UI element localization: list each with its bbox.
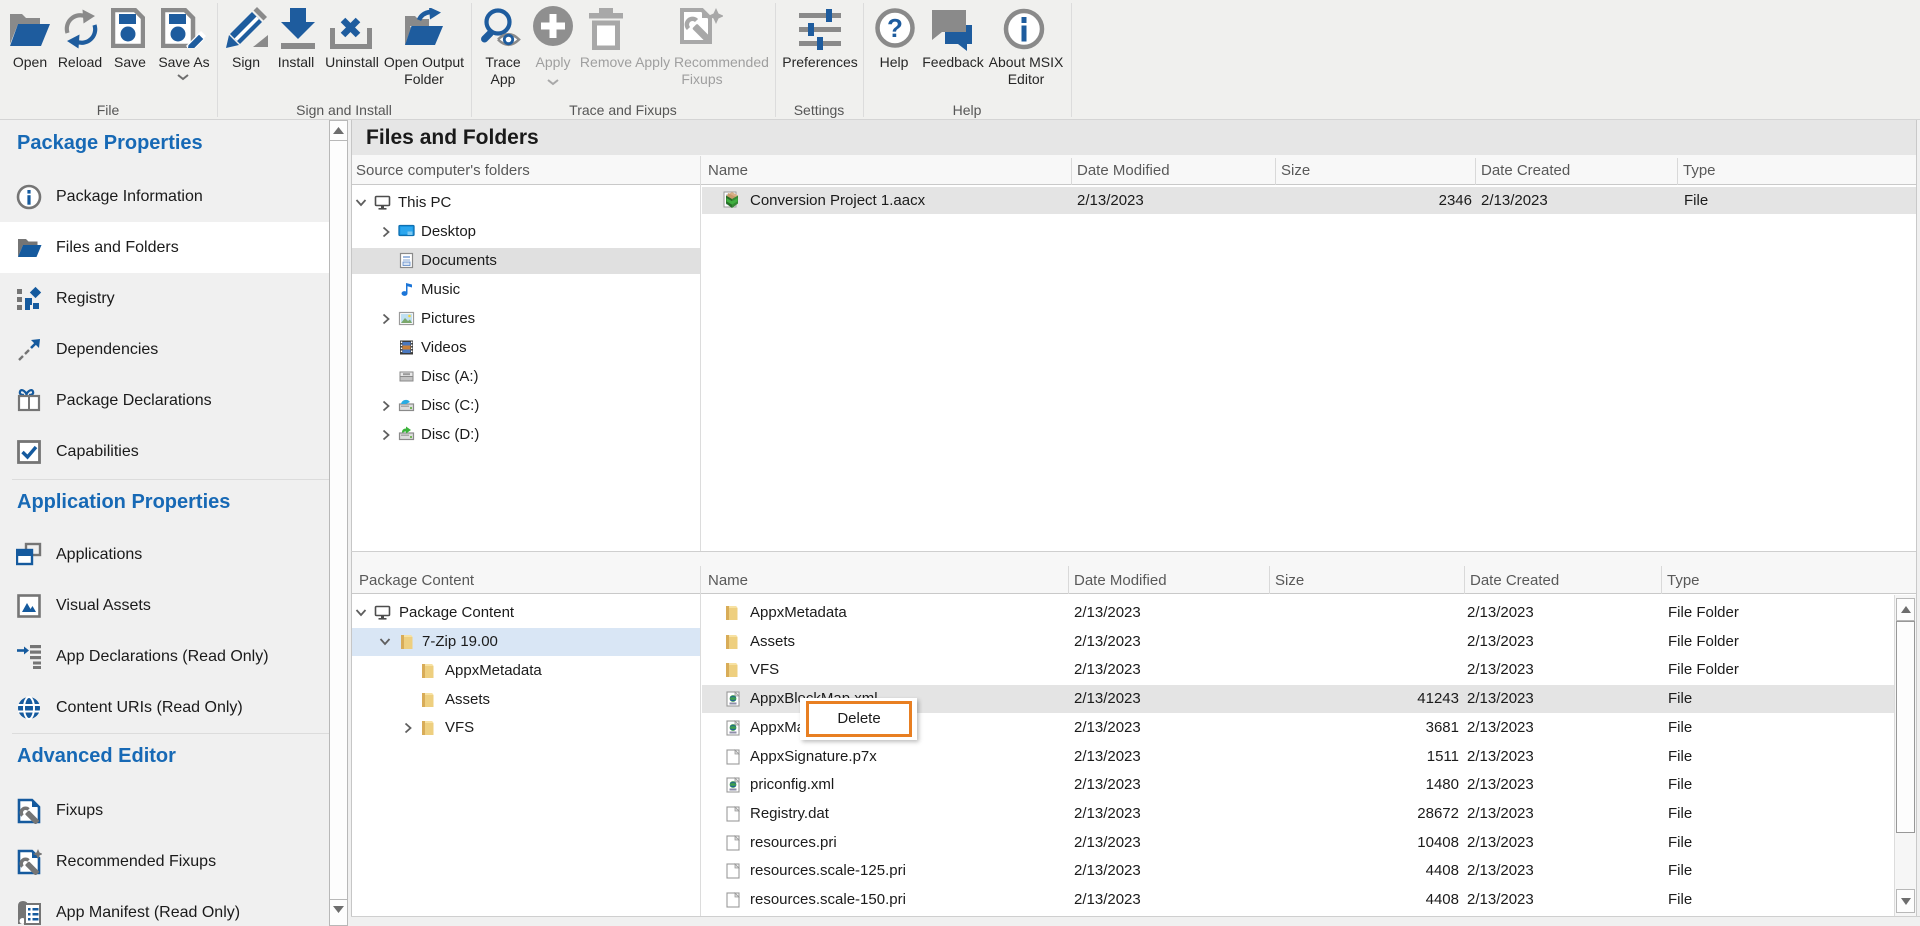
svg-text:?: ? [887, 13, 903, 43]
